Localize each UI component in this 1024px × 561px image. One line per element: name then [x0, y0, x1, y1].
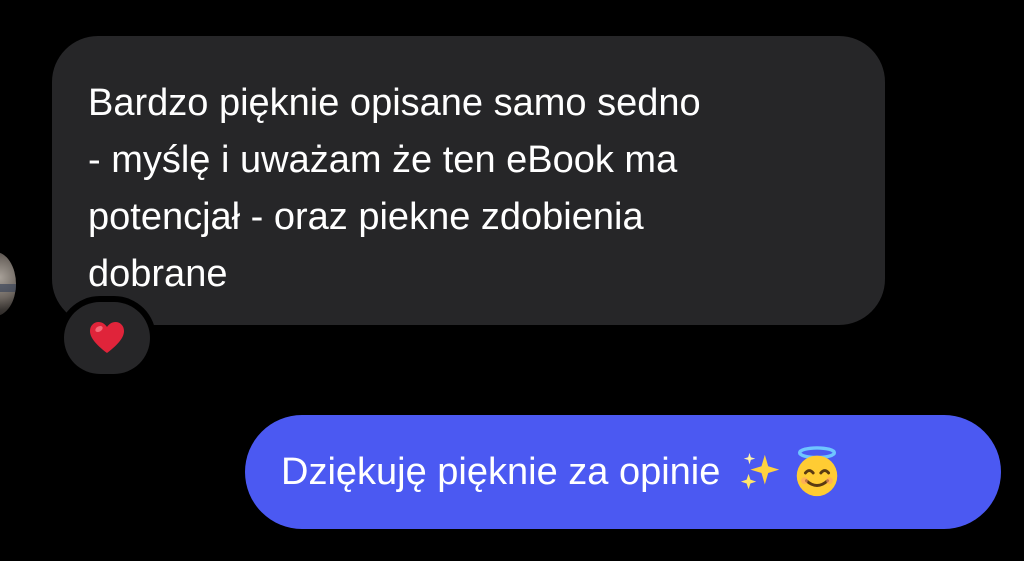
- incoming-message-text: Bardzo pięknie opisane samo sedno - myśl…: [88, 82, 701, 295]
- outgoing-message-text: Dziękuję pięknie za opinie: [281, 450, 721, 493]
- sparkles-icon: [741, 452, 780, 490]
- heart-icon: [90, 322, 124, 353]
- incoming-message-bubble[interactable]: Bardzo pięknie opisane samo sedno - myśl…: [52, 36, 885, 325]
- sender-avatar[interactable]: [0, 252, 16, 316]
- heart-reaction[interactable]: [64, 302, 150, 374]
- chat-thread: Bardzo pięknie opisane samo sedno - myśl…: [0, 0, 1024, 561]
- smiling-face-with-halo-icon: [797, 446, 838, 497]
- outgoing-message-bubble[interactable]: Dziękuję pięknie za opinie: [245, 415, 1001, 529]
